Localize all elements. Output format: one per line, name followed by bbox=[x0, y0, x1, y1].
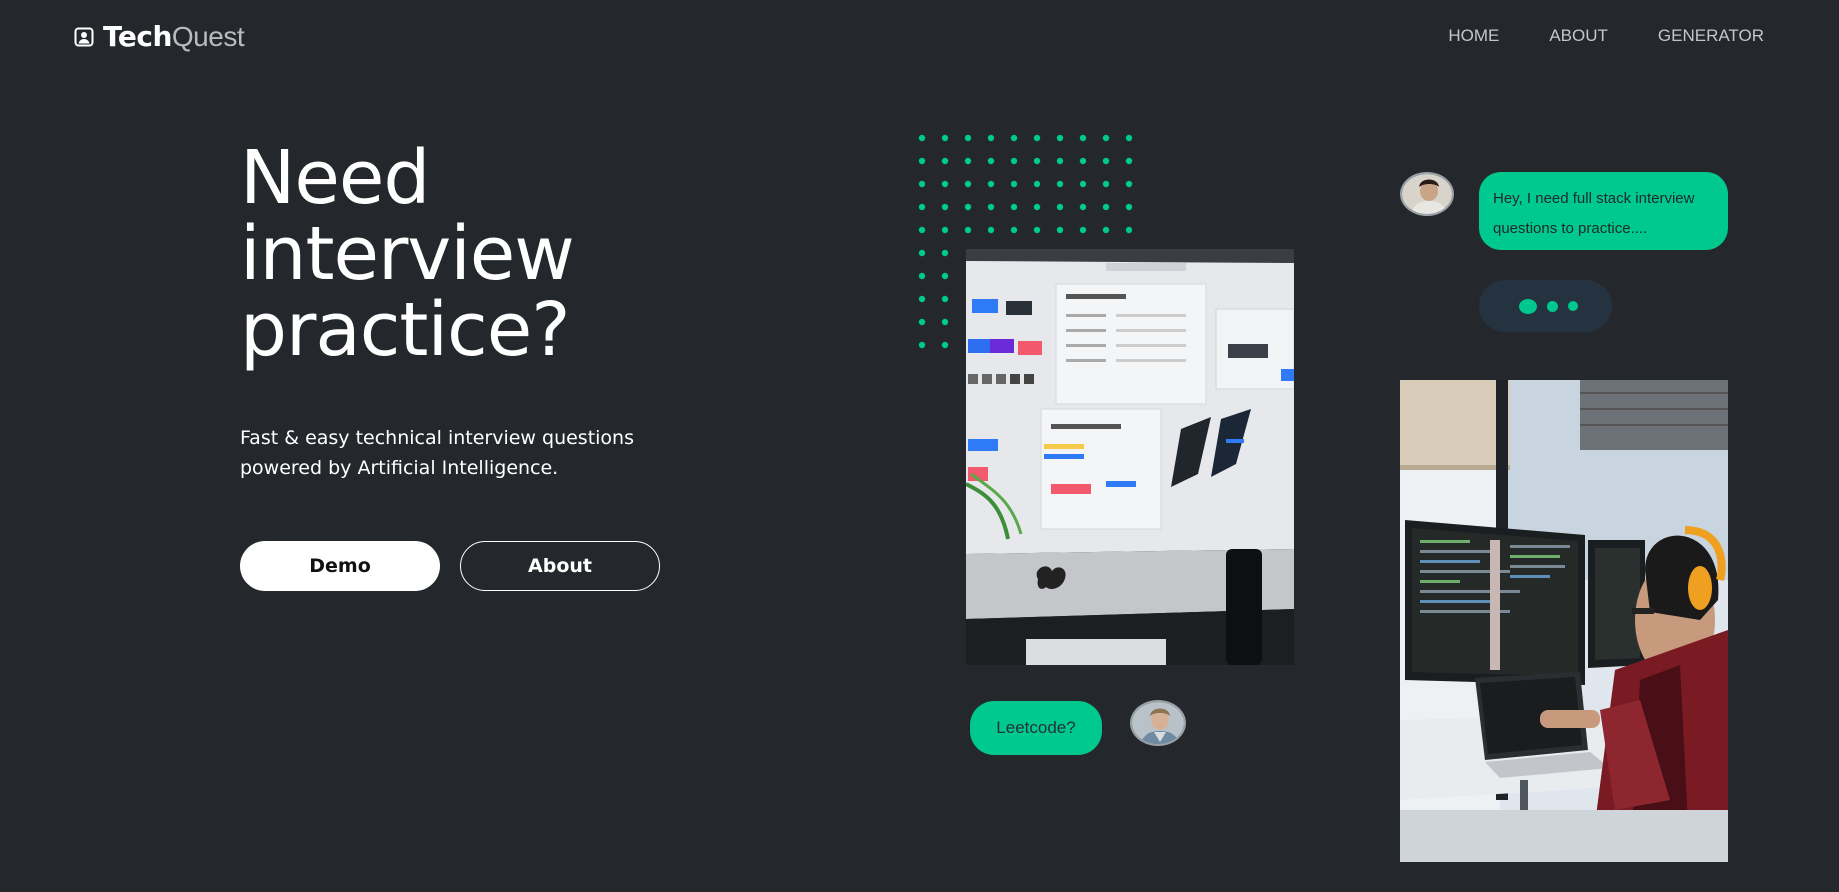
hero-subtitle-line-2: powered by Artificial Intelligence. bbox=[240, 457, 559, 479]
avatar-user-top bbox=[1400, 172, 1454, 216]
nav-link-home[interactable]: HOME bbox=[1448, 26, 1499, 46]
brand-name-light: Quest bbox=[171, 21, 245, 52]
nav-link-generator[interactable]: GENERATOR bbox=[1658, 26, 1764, 46]
about-button[interactable]: About bbox=[460, 541, 660, 591]
typing-dot-1 bbox=[1519, 298, 1537, 314]
hero-title-line-3: practice? bbox=[240, 287, 571, 373]
demo-button[interactable]: Demo bbox=[240, 541, 440, 591]
hero-title-line-1: Need bbox=[240, 135, 430, 221]
imac-design-photo bbox=[966, 249, 1294, 665]
brand-logo[interactable]: TechQuest bbox=[74, 20, 245, 53]
typing-dot-3 bbox=[1568, 301, 1578, 311]
typing-indicator bbox=[1479, 280, 1612, 332]
hero-title-line-2: interview bbox=[240, 211, 575, 297]
user-badge-icon bbox=[74, 27, 94, 47]
top-nav: TechQuest HOME ABOUT GENERATOR bbox=[0, 0, 1839, 76]
brand-name-bold: Tech bbox=[103, 20, 172, 53]
chat-message-bubble: Hey, I need full stack interview questio… bbox=[1479, 172, 1728, 250]
typing-dot-2 bbox=[1547, 300, 1558, 312]
brand-name: TechQuest bbox=[103, 20, 245, 53]
nav-links: HOME ABOUT GENERATOR bbox=[1398, 26, 1764, 46]
hero-subtitle-line-1: Fast & easy technical interview question… bbox=[240, 427, 634, 449]
hero-title: Need interview practice? bbox=[240, 140, 760, 368]
developer-desk-photo bbox=[1400, 380, 1728, 862]
nav-link-about[interactable]: ABOUT bbox=[1549, 26, 1608, 46]
avatar-user-bottom bbox=[1130, 700, 1186, 746]
chat-reply-bubble: Leetcode? bbox=[970, 701, 1102, 755]
hero-subtitle: Fast & easy technical interview question… bbox=[240, 423, 660, 483]
